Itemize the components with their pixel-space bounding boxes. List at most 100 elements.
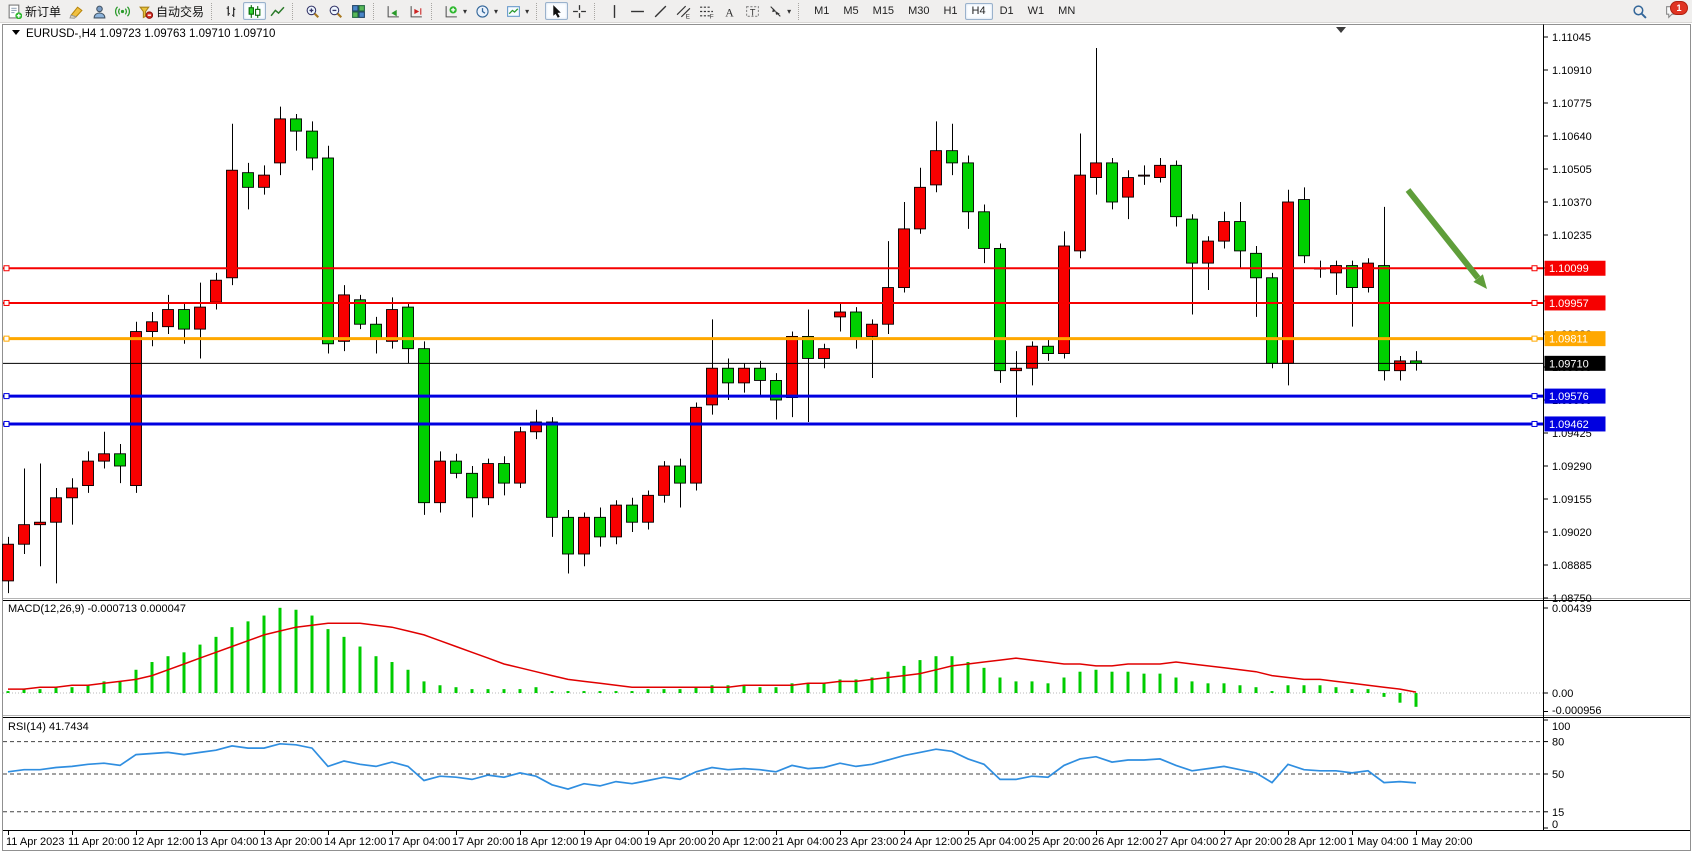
- trendline-button[interactable]: [649, 2, 672, 20]
- svg-text:T: T: [750, 7, 756, 17]
- candle: [947, 151, 958, 163]
- line-anchor[interactable]: [1532, 336, 1537, 341]
- timeframe-MN[interactable]: MN: [1051, 3, 1082, 20]
- periods-button[interactable]: ▾: [471, 2, 502, 20]
- indicators-button[interactable]: ▾: [440, 2, 471, 20]
- price-tag-text: 1.09811: [1549, 334, 1588, 346]
- timeframe-M15[interactable]: M15: [866, 3, 901, 20]
- candle: [275, 119, 286, 163]
- timeframe-H1[interactable]: H1: [936, 3, 964, 20]
- candle: [339, 295, 350, 341]
- equidistant-channel-button[interactable]: E: [672, 2, 695, 20]
- line-anchor[interactable]: [1532, 300, 1537, 305]
- candle: [835, 312, 846, 317]
- candle: [643, 495, 654, 522]
- timeframe-D1[interactable]: D1: [993, 3, 1021, 20]
- chart-area[interactable]: 1.110451.109101.107751.106401.105051.103…: [0, 0, 1692, 852]
- date-tick-label: 27 Apr 20:00: [1220, 836, 1282, 848]
- cursor-button[interactable]: [545, 2, 568, 20]
- price-tag-text: 1.09462: [1549, 419, 1589, 431]
- candle: [995, 248, 1006, 370]
- crosshair-button[interactable]: [568, 2, 591, 20]
- timeframe-M30[interactable]: M30: [901, 3, 936, 20]
- line-anchor[interactable]: [4, 336, 9, 341]
- date-tick-label: 25 Apr 04:00: [964, 836, 1026, 848]
- toolbar-separator: [594, 3, 599, 20]
- candle: [179, 310, 190, 330]
- rsi-tick-label: 80: [1552, 737, 1564, 749]
- arrows-button[interactable]: ▾: [764, 2, 795, 20]
- candle: [675, 466, 686, 483]
- line-anchor[interactable]: [1532, 266, 1537, 271]
- candle: [83, 461, 94, 485]
- auto-scroll-button[interactable]: [382, 2, 405, 20]
- text-button[interactable]: A: [718, 2, 741, 20]
- text-icon: A: [722, 4, 737, 19]
- line-anchor[interactable]: [4, 394, 9, 399]
- new-order-icon: [7, 4, 22, 19]
- timeframe-M5[interactable]: M5: [836, 3, 865, 20]
- vertical-line-button[interactable]: [603, 2, 626, 20]
- price-tick-label: 1.09290: [1552, 461, 1592, 473]
- search-button[interactable]: [1628, 2, 1651, 20]
- candle: [211, 280, 222, 302]
- crosshair-icon: [572, 4, 587, 19]
- line-anchor[interactable]: [1532, 421, 1537, 426]
- timeframe-M1[interactable]: M1: [807, 3, 836, 20]
- candle: [291, 119, 302, 131]
- chart-shift-icon: [409, 4, 424, 19]
- candle: [99, 454, 110, 461]
- horizontal-line-button[interactable]: [626, 2, 649, 20]
- line-chart-button[interactable]: [266, 2, 289, 20]
- date-tick-label: 13 Apr 20:00: [260, 836, 322, 848]
- line-anchor[interactable]: [4, 421, 9, 426]
- line-anchor[interactable]: [1532, 394, 1537, 399]
- date-tick-label: 19 Apr 04:00: [580, 836, 642, 848]
- mt4-terminal-window: { "toolbar": { "groups": [ {"items":[ {"…: [0, 0, 1692, 852]
- timeframe-W1[interactable]: W1: [1021, 3, 1052, 20]
- toolbar-separator: [373, 3, 378, 20]
- line-anchor[interactable]: [4, 300, 9, 305]
- timeframe-H4[interactable]: H4: [965, 3, 993, 20]
- toolbar-separator: [292, 3, 297, 20]
- candle: [851, 312, 862, 339]
- candle: [755, 368, 766, 380]
- macd-tick-label: 0.00: [1552, 688, 1573, 700]
- candle: [883, 288, 894, 325]
- text-label-button[interactable]: T: [741, 2, 764, 20]
- notifications-button[interactable]: 1: [1661, 2, 1684, 20]
- candle: [259, 175, 270, 187]
- candle: [1107, 163, 1118, 202]
- signals-button[interactable]: [111, 2, 134, 20]
- candle: [739, 368, 750, 383]
- new-order-button[interactable]: 新订单: [3, 2, 65, 20]
- candle-chart-button[interactable]: [243, 2, 266, 20]
- candle: [467, 473, 478, 497]
- price-tick-label: 1.09020: [1552, 527, 1592, 539]
- chart-shift-button[interactable]: [405, 2, 428, 20]
- candle: [419, 349, 430, 503]
- fibonacci-button[interactable]: F: [695, 2, 718, 20]
- candle: [1299, 200, 1310, 256]
- svg-text:F: F: [710, 13, 714, 19]
- bar-chart-button[interactable]: [220, 2, 243, 20]
- autotrade-button[interactable]: 自动交易: [134, 2, 208, 20]
- highlighter-icon: [69, 4, 84, 19]
- templates-button[interactable]: ▾: [502, 2, 533, 20]
- candle: [147, 322, 158, 332]
- zoom-in-button[interactable]: [301, 2, 324, 20]
- price-tick-label: 1.10910: [1552, 65, 1592, 77]
- candle: [131, 332, 142, 486]
- candle: [115, 454, 126, 466]
- line-anchor[interactable]: [4, 266, 9, 271]
- candle: [1219, 222, 1230, 242]
- styles-button[interactable]: [65, 2, 88, 20]
- zoom-out-button[interactable]: [324, 2, 347, 20]
- candle: [515, 432, 526, 483]
- candle: [1155, 165, 1166, 177]
- channel-icon: E: [676, 4, 691, 19]
- rsi-tick-label: 0: [1552, 819, 1558, 831]
- candle: [1203, 241, 1214, 263]
- profile-button[interactable]: [88, 2, 111, 20]
- tile-windows-button[interactable]: [347, 2, 370, 20]
